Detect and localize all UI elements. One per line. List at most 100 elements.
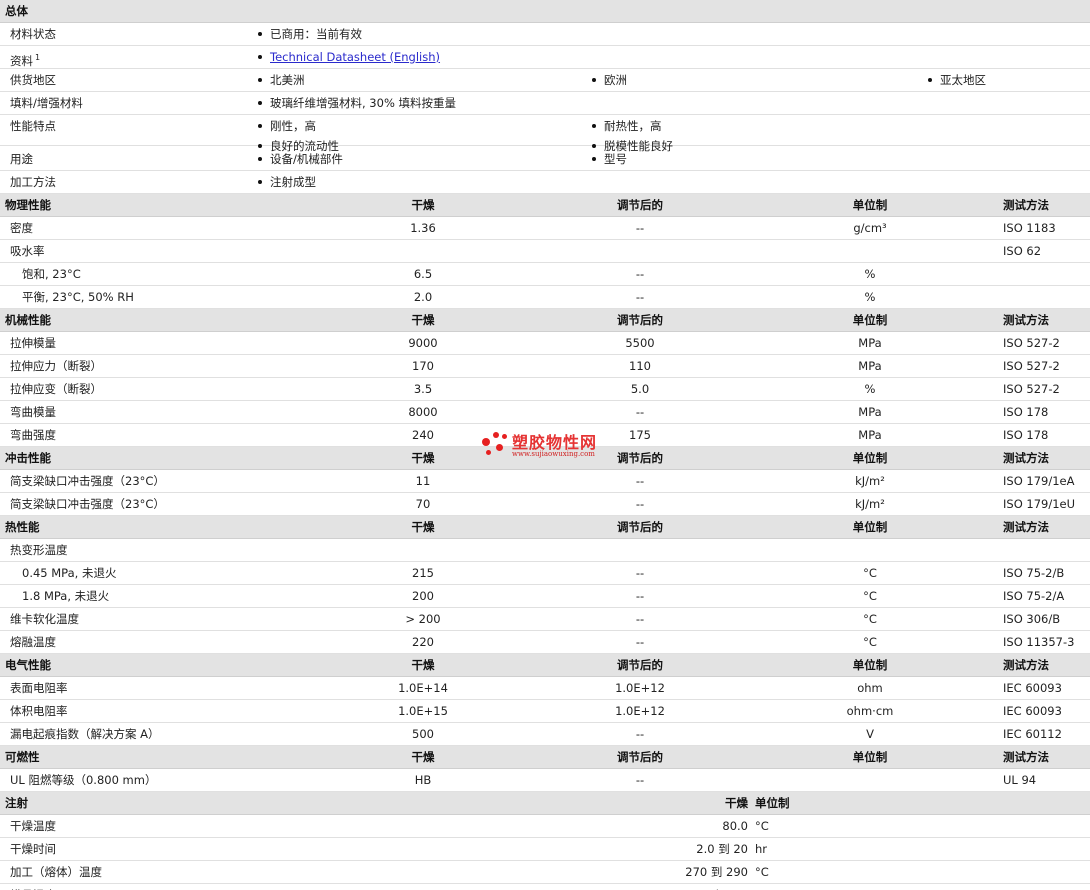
conditioned-value: -- [635,474,645,488]
section-header: 电气性能 干燥 调节后的 单位制 测试方法 [0,654,1090,677]
section-header: 物理性能 干燥 调节后的 单位制 测试方法 [0,194,1090,217]
test-method: ISO 1183 [1003,221,1056,235]
property-name: 简支梁缺口冲击强度（23°C） [10,497,165,511]
injection-row: 干燥温度 80.0 °C [0,815,1090,838]
conditioned-value: -- [635,290,645,304]
column-header-dry: 干燥 [411,520,435,534]
test-method: IEC 60093 [1003,681,1062,695]
property-name: 饱和, 23°C [22,267,81,281]
property-name: 简支梁缺口冲击强度（23°C） [10,474,165,488]
watermark-dot [502,434,507,439]
property-name: 吸水率 [10,244,45,258]
property-name: 1.8 MPa, 未退火 [22,589,110,603]
conditioned-value: 5500 [625,336,655,350]
unit-value [790,240,950,263]
dry-value: > 200 [405,612,441,626]
unit-value: % [864,267,876,281]
dry-value: 220 [412,635,434,649]
conditioned-value: 1.0E+12 [615,681,665,695]
unit-value: °C [755,865,769,879]
column-header-unit: 单位制 [852,520,888,534]
region-item: 欧洲 [590,69,627,92]
watermark-url: www.sujiaowuxing.com [512,450,595,458]
property-row: 吸水率 ISO 62 [0,240,1090,263]
conditioned-value: -- [635,727,645,741]
unit-value: °C [755,819,769,833]
conditioned-value: 110 [629,359,651,373]
unit-value: °C [755,884,769,890]
column-header-dry: 干燥 [411,658,435,672]
watermark-dot [496,444,503,451]
property-row: 弯曲模量 8000 -- MPa ISO 178 [0,401,1090,424]
section-header-general: 总体 [0,0,1090,23]
test-method: ISO 75-2/A [1003,589,1065,603]
section-title: 总体 [5,4,28,18]
dry-value: 8000 [408,405,438,419]
watermark-dot [493,432,499,438]
property-name: 体积电阻率 [10,704,68,718]
test-method: IEC 60112 [1003,727,1062,741]
test-method: ISO 527-2 [1003,359,1060,373]
column-header-conditioned: 调节后的 [617,198,663,212]
datasheet-link[interactable]: Technical Datasheet (English) [270,50,440,64]
dry-value: 1.36 [410,221,436,235]
row-label: 资料 1 [10,46,40,69]
conditioned-value: -- [635,405,645,419]
row-label: 填料/增强材料 [10,96,83,110]
dry-value: 11 [415,474,431,488]
dry-value: 9000 [408,336,438,350]
column-header-unit: 单位制 [852,451,888,465]
property-row: UL 阻燃等级（0.800 mm） HB -- UL 94 [0,769,1090,792]
property-row: 拉伸应力（断裂） 170 110 MPa ISO 527-2 [0,355,1090,378]
property-name: 干燥时间 [10,842,56,856]
section-title: 物理性能 [5,198,51,212]
test-method: ISO 178 [1003,405,1049,419]
conditioned-value: -- [635,497,645,511]
conditioned-value: -- [635,589,645,603]
property-row: 密度 1.36 -- g/cm³ ISO 1183 [0,217,1090,240]
unit-value: kJ/m² [855,497,885,511]
general-row-process: 加工方法 注射成型 [0,171,1090,194]
property-name: 漏电起痕指数（解决方案 A） [10,727,160,741]
conditioned-value: 5.0 [630,382,650,396]
section-header: 热性能 干燥 调节后的 单位制 测试方法 [0,516,1090,539]
dry-value: 1.0E+14 [398,681,448,695]
property-row: 表面电阻率 1.0E+14 1.0E+12 ohm IEC 60093 [0,677,1090,700]
property-row: 拉伸模量 9000 5500 MPa ISO 527-2 [0,332,1090,355]
column-header-unit: 单位制 [755,796,790,810]
test-method: ISO 527-2 [1003,382,1060,396]
test-method: ISO 306/B [1003,612,1061,626]
docs-bullet: Technical Datasheet (English) [256,46,440,69]
column-header-unit: 单位制 [852,750,888,764]
section-header: 机械性能 干燥 调节后的 单位制 测试方法 [0,309,1090,332]
unit-value: °C [863,635,877,649]
dry-value: 3.5 [413,382,433,396]
general-row-regions: 供货地区 北美洲 欧洲 亚太地区 [0,69,1090,92]
property-name: 密度 [10,221,33,235]
property-row: 0.45 MPa, 未退火 215 -- °C ISO 75-2/B [0,562,1090,585]
use-item: 设备/机械部件 [256,148,343,171]
property-name: 拉伸模量 [10,336,56,350]
test-method: ISO 179/1eU [1003,497,1076,511]
row-label: 加工方法 [10,175,56,189]
dry-value: 6.5 [413,267,433,281]
column-header-method: 测试方法 [1003,750,1049,764]
unit-value: % [864,382,876,396]
unit-value: hr [755,842,768,856]
dry-value: 500 [412,727,434,741]
property-name: 模具温度 [10,884,56,890]
dry-value: 215 [412,566,434,580]
section-title: 可燃性 [5,750,40,764]
injection-value: 80.0 到 90.0 [600,884,748,890]
conditioned-value [560,539,720,562]
property-row: 漏电起痕指数（解决方案 A） 500 -- V IEC 60112 [0,723,1090,746]
unit-value: kJ/m² [855,474,885,488]
dry-value: 200 [412,589,434,603]
column-header-unit: 单位制 [852,658,888,672]
conditioned-value: -- [635,221,645,235]
property-name: 拉伸应力（断裂） [10,359,102,373]
general-row-features: 性能特点 刚性，高 耐热性，高 良好的流动性 脱模性能良好 [0,115,1090,153]
column-header-dry: 干燥 [411,198,435,212]
property-row: 熔融温度 220 -- °C ISO 11357-3 [0,631,1090,654]
injection-value: 2.0 到 20 [696,842,748,856]
